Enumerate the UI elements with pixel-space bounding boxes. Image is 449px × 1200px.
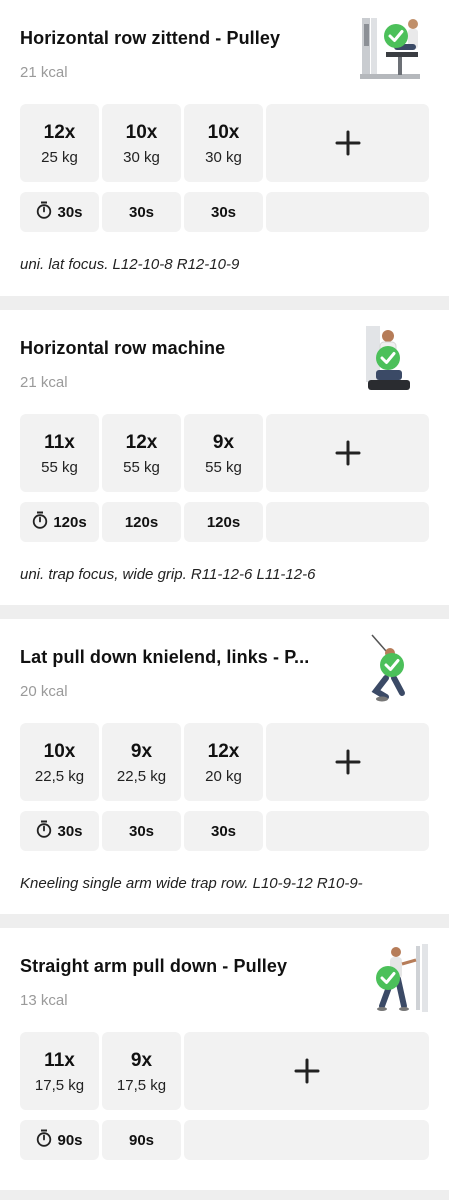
- exercise-title: Lat pull down knielend, links - P...: [20, 647, 310, 667]
- row-machine-icon[interactable]: [358, 324, 430, 396]
- set-weight: 30 kg: [205, 149, 242, 166]
- plus-icon: [294, 1058, 319, 1084]
- set-reps: 10x: [207, 122, 240, 143]
- exercise-kcal: 20 kcal: [20, 683, 68, 700]
- rest-timer[interactable]: 30s: [102, 811, 181, 851]
- rest-value: 30s: [128, 822, 155, 840]
- rest-timer[interactable]: 120s: [184, 502, 263, 542]
- rest-value: 30s: [210, 822, 237, 840]
- plus-icon: [335, 130, 360, 156]
- set-reps: 9x: [130, 741, 153, 762]
- set-reps: 12x: [43, 122, 76, 143]
- exercise-title: Horizontal row machine: [20, 338, 226, 358]
- set-cell[interactable]: 11x 17,5 kg: [20, 1032, 99, 1110]
- rest-value: 120s: [124, 513, 159, 531]
- set-reps: 9x: [130, 1050, 153, 1071]
- set-reps: 11x: [44, 1050, 75, 1071]
- plus-icon: [335, 440, 360, 466]
- set-weight: 25 kg: [41, 149, 78, 166]
- stopwatch-icon: [36, 820, 52, 842]
- rest-timer[interactable]: 120s: [102, 502, 181, 542]
- rest-value: 90s: [57, 1131, 83, 1149]
- set-weight: 22,5 kg: [34, 768, 85, 785]
- set-weight: 17,5 kg: [116, 1077, 167, 1094]
- rest-value: 30s: [57, 203, 83, 221]
- exercise-kcal: 21 kcal: [20, 374, 68, 391]
- checkmark-icon: [376, 346, 400, 370]
- stopwatch-icon: [36, 1129, 52, 1151]
- exercise-kcal: 21 kcal: [20, 64, 68, 81]
- rest-timer[interactable]: 30s: [20, 811, 99, 851]
- exercise-note[interactable]: Kneeling single arm wide trap row. L10-9…: [20, 875, 363, 892]
- set-reps: 10x: [125, 122, 158, 143]
- exercise-kcal: 13 kcal: [20, 992, 68, 1009]
- rest-timer[interactable]: 90s: [102, 1120, 181, 1160]
- set-cell[interactable]: 11x 55 kg: [20, 414, 99, 492]
- set-cell[interactable]: 12x 25 kg: [20, 104, 99, 182]
- stopwatch-icon: [32, 511, 48, 533]
- rest-empty-cell: [266, 192, 429, 232]
- straight-arm-pulldown-icon[interactable]: [358, 942, 430, 1014]
- set-weight: 17,5 kg: [34, 1077, 85, 1094]
- exercise-note[interactable]: uni. lat focus. L12-10-8 R12-10-9: [20, 256, 239, 273]
- rest-timer[interactable]: 30s: [184, 811, 263, 851]
- set-reps: 9x: [212, 432, 235, 453]
- rest-empty-cell: [184, 1120, 429, 1160]
- rest-value: 30s: [210, 203, 237, 221]
- checkmark-icon: [384, 24, 408, 48]
- add-set-button[interactable]: [184, 1032, 429, 1110]
- exercise-note[interactable]: uni. trap focus, wide grip. R11-12-6 L11…: [20, 566, 315, 583]
- rest-timer[interactable]: 90s: [20, 1120, 99, 1160]
- add-set-button[interactable]: [266, 723, 429, 801]
- set-weight: 30 kg: [123, 149, 160, 166]
- set-weight: 55 kg: [123, 459, 160, 476]
- seated-row-machine-icon[interactable]: [358, 14, 430, 86]
- exercise-card[interactable]: Horizontal row machine 21 kcal 11x 55 kg…: [0, 310, 449, 605]
- plus-icon: [335, 749, 360, 775]
- set-cell[interactable]: 9x 17,5 kg: [102, 1032, 181, 1110]
- set-cell[interactable]: 9x 22,5 kg: [102, 723, 181, 801]
- rest-timer[interactable]: 30s: [20, 192, 99, 232]
- rest-value: 120s: [206, 513, 241, 531]
- set-weight: 55 kg: [205, 459, 242, 476]
- set-weight: 20 kg: [205, 768, 242, 785]
- rest-value: 90s: [128, 1131, 155, 1149]
- set-cell[interactable]: 9x 55 kg: [184, 414, 263, 492]
- rest-timer[interactable]: 120s: [20, 502, 99, 542]
- rest-value: 120s: [53, 513, 87, 531]
- rest-empty-cell: [266, 502, 429, 542]
- rest-value: 30s: [128, 203, 155, 221]
- set-cell[interactable]: 12x 20 kg: [184, 723, 263, 801]
- set-reps: 10x: [43, 741, 76, 762]
- set-reps: 11x: [44, 432, 75, 453]
- set-reps: 12x: [207, 741, 240, 762]
- checkmark-icon: [380, 653, 404, 677]
- kneeling-pulldown-icon[interactable]: [358, 633, 430, 705]
- rest-timer[interactable]: 30s: [102, 192, 181, 232]
- exercise-card[interactable]: Lat pull down knielend, links - P... 20 …: [0, 619, 449, 914]
- set-weight: 55 kg: [41, 459, 78, 476]
- checkmark-icon: [376, 966, 400, 990]
- rest-value: 30s: [57, 822, 83, 840]
- set-weight: 22,5 kg: [116, 768, 167, 785]
- exercise-card[interactable]: Straight arm pull down - Pulley 13 kcal …: [0, 928, 449, 1190]
- rest-timer[interactable]: 30s: [184, 192, 263, 232]
- stopwatch-icon: [36, 201, 52, 223]
- rest-empty-cell: [266, 811, 429, 851]
- set-cell[interactable]: 10x 30 kg: [102, 104, 181, 182]
- set-cell[interactable]: 10x 22,5 kg: [20, 723, 99, 801]
- exercise-title: Horizontal row zittend - Pulley: [20, 28, 281, 48]
- exercise-title: Straight arm pull down - Pulley: [20, 956, 288, 976]
- set-cell[interactable]: 12x 55 kg: [102, 414, 181, 492]
- set-cell[interactable]: 10x 30 kg: [184, 104, 263, 182]
- exercise-card[interactable]: Horizontal row zittend - Pulley 21 kcal …: [0, 0, 449, 296]
- add-set-button[interactable]: [266, 414, 429, 492]
- add-set-button[interactable]: [266, 104, 429, 182]
- set-reps: 12x: [125, 432, 158, 453]
